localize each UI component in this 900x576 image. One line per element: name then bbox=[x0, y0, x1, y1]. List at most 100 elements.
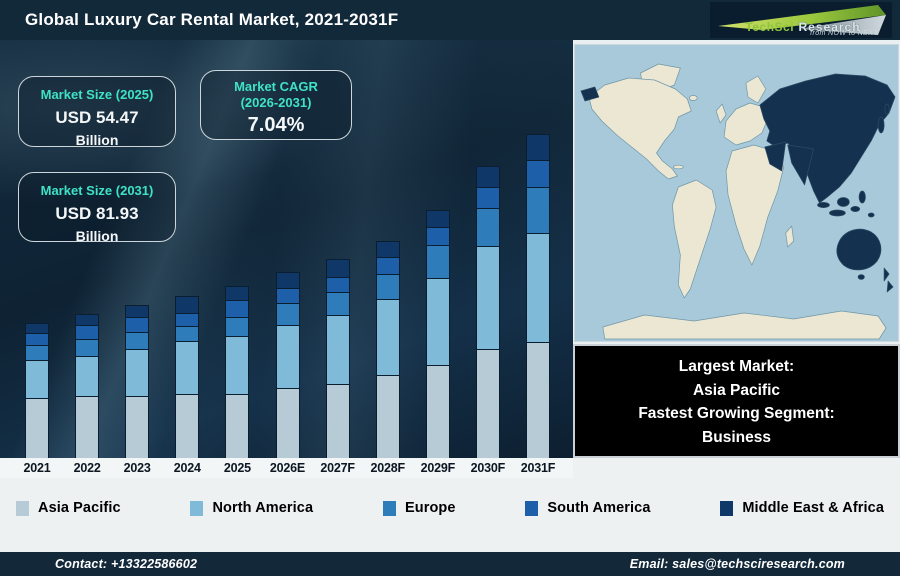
bar-segment-north-america bbox=[326, 315, 350, 384]
legend-label-middle-east-africa: Middle East & Africa bbox=[742, 500, 884, 516]
axis-label-2021: 2021 bbox=[12, 461, 62, 475]
legend-label-north-america: North America bbox=[212, 500, 313, 516]
footer-bar: Contact: +13322586602 Email: sales@techs… bbox=[0, 552, 900, 576]
legend-swatch-south-america bbox=[525, 501, 538, 516]
market-size-2025-label: Market Size (2025) bbox=[19, 87, 175, 103]
bar-segment-north-america bbox=[276, 325, 300, 388]
bar-segment-south-america bbox=[175, 313, 199, 326]
axis-label-2022: 2022 bbox=[62, 461, 112, 475]
right-panel: Largest Market: Asia Pacific Fastest Gro… bbox=[573, 40, 900, 458]
bar-segment-middle-east-africa bbox=[326, 259, 350, 277]
bar-segment-middle-east-africa bbox=[225, 286, 249, 300]
bar-segment-middle-east-africa bbox=[376, 241, 400, 257]
x-axis: 202120222023202420252026E2027F2028F2029F… bbox=[0, 458, 573, 478]
infographic: Global Luxury Car Rental Market, 2021-20… bbox=[0, 0, 900, 576]
market-size-2031-unit: Billion bbox=[19, 228, 175, 244]
bar-segment-middle-east-africa bbox=[25, 323, 49, 333]
bar-2025 bbox=[225, 286, 249, 458]
bar-segment-europe bbox=[75, 339, 99, 356]
legend-item-north-america: North America bbox=[190, 500, 313, 516]
bar-segment-south-america bbox=[75, 325, 99, 339]
bar-2027F bbox=[326, 259, 350, 458]
bar-segment-south-america bbox=[125, 317, 149, 332]
legend-swatch-europe bbox=[383, 501, 396, 516]
bar-2031F bbox=[526, 134, 550, 458]
bar-segment-middle-east-africa bbox=[125, 305, 149, 317]
footer-contact: Contact: +13322586602 bbox=[55, 557, 197, 571]
chart-area: Market Size (2025) USD 54.47 Billion Mar… bbox=[0, 40, 573, 458]
world-map bbox=[574, 44, 899, 342]
bar-segment-europe bbox=[476, 208, 500, 246]
bar-2030F bbox=[476, 166, 500, 458]
bar-segment-europe bbox=[376, 274, 400, 299]
logo-tagline: from NOW to NEXT bbox=[810, 30, 878, 37]
bar-segment-europe bbox=[526, 187, 550, 233]
bar-2022 bbox=[75, 314, 99, 458]
bar-2024 bbox=[175, 296, 199, 458]
legend-label-europe: Europe bbox=[405, 500, 456, 516]
bar-segment-north-america bbox=[526, 233, 550, 342]
bar-segment-south-america bbox=[225, 300, 249, 317]
legend-label-asia-pacific: Asia Pacific bbox=[38, 500, 121, 516]
bar-segment-south-america bbox=[426, 227, 450, 245]
bar-segment-middle-east-africa bbox=[526, 134, 550, 160]
bar-segment-asia-pacific bbox=[426, 365, 450, 458]
bar-segment-asia-pacific bbox=[225, 394, 249, 458]
bar-segment-north-america bbox=[75, 356, 99, 396]
bar-segment-asia-pacific bbox=[125, 396, 149, 458]
axis-label-2031F: 2031F bbox=[513, 461, 563, 475]
axis-label-2025: 2025 bbox=[212, 461, 262, 475]
bar-segment-europe bbox=[175, 326, 199, 341]
bar-segment-south-america bbox=[25, 333, 49, 345]
fastest-segment-label: Fastest Growing Segment: bbox=[575, 402, 898, 426]
bar-segment-south-america bbox=[276, 288, 300, 303]
bar-segment-north-america bbox=[426, 278, 450, 365]
bar-segment-europe bbox=[225, 317, 249, 336]
bar-segment-europe bbox=[25, 345, 49, 360]
market-cagr-box: Market CAGR (2026-2031) 7.04% bbox=[200, 70, 352, 140]
bar-segment-europe bbox=[326, 292, 350, 315]
legend-item-south-america: South America bbox=[525, 500, 650, 516]
largest-market-label: Largest Market: bbox=[575, 355, 898, 379]
bar-segment-north-america bbox=[376, 299, 400, 375]
techsci-logo: TechSci Research from NOW to NEXT bbox=[710, 2, 892, 38]
legend-label-south-america: South America bbox=[547, 500, 650, 516]
legend-swatch-middle-east-africa bbox=[720, 501, 733, 516]
axis-label-2023: 2023 bbox=[112, 461, 162, 475]
chart-legend: Asia Pacific North America Europe South Ame… bbox=[0, 500, 900, 516]
bar-2029F bbox=[426, 210, 450, 458]
bar-segment-north-america bbox=[25, 360, 49, 398]
legend-item-europe: Europe bbox=[383, 500, 456, 516]
bar-segment-middle-east-africa bbox=[276, 272, 300, 288]
axis-label-2026E: 2026E bbox=[263, 461, 313, 475]
bar-2028F bbox=[376, 241, 400, 458]
market-size-2025-box: Market Size (2025) USD 54.47 Billion bbox=[18, 76, 176, 147]
bar-segment-asia-pacific bbox=[476, 349, 500, 458]
bar-2021 bbox=[25, 323, 49, 458]
axis-label-2029F: 2029F bbox=[413, 461, 463, 475]
legend-item-asia-pacific: Asia Pacific bbox=[16, 500, 121, 516]
page-title: Global Luxury Car Rental Market, 2021-20… bbox=[25, 10, 398, 30]
market-size-2031-value: USD 81.93 bbox=[19, 204, 175, 224]
bar-segment-north-america bbox=[175, 341, 199, 394]
market-size-2031-box: Market Size (2031) USD 81.93 Billion bbox=[18, 172, 176, 242]
bar-segment-asia-pacific bbox=[25, 398, 49, 458]
bar-segment-north-america bbox=[225, 336, 249, 394]
bar-segment-asia-pacific bbox=[526, 342, 550, 458]
market-cagr-value: 7.04% bbox=[201, 114, 351, 137]
axis-label-2030F: 2030F bbox=[463, 461, 513, 475]
bar-segment-north-america bbox=[476, 246, 500, 349]
bar-segment-middle-east-africa bbox=[476, 166, 500, 187]
bottom-area: 202120222023202420252026E2027F2028F2029F… bbox=[0, 458, 900, 552]
bar-segment-south-america bbox=[526, 160, 550, 187]
bar-segment-middle-east-africa bbox=[426, 210, 450, 227]
bar-segment-north-america bbox=[125, 349, 149, 396]
market-cagr-label-line1: Market CAGR bbox=[201, 79, 351, 95]
largest-market-box: Largest Market: Asia Pacific Fastest Gro… bbox=[573, 344, 900, 458]
bar-segment-south-america bbox=[376, 257, 400, 274]
footer-email: Email: sales@techsciresearch.com bbox=[630, 557, 845, 571]
world-map-svg bbox=[575, 45, 899, 341]
fastest-segment-value: Business bbox=[575, 426, 898, 450]
bar-2023 bbox=[125, 305, 149, 458]
bar-segment-middle-east-africa bbox=[75, 314, 99, 325]
